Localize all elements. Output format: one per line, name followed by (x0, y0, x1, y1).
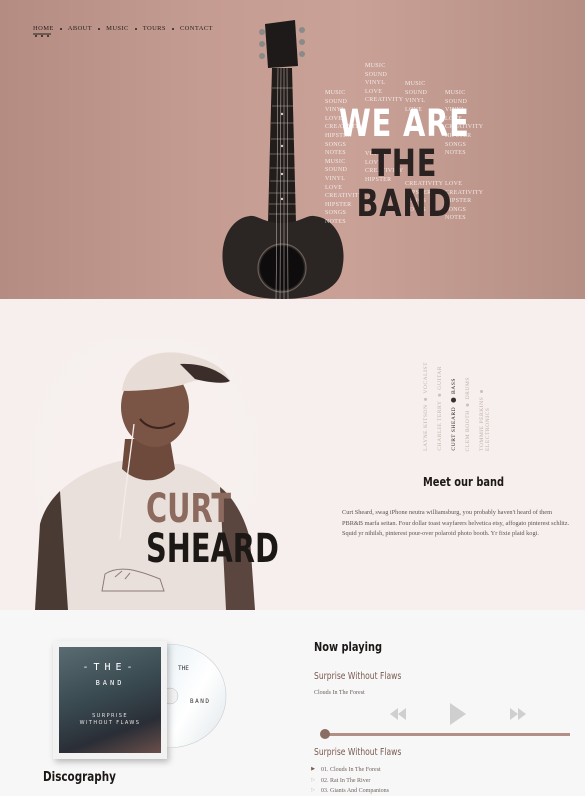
play-icon[interactable] (450, 703, 466, 725)
meet-band-title: Meet our band (423, 475, 505, 489)
member-first-name: CURT (146, 486, 232, 532)
player-controls (390, 703, 526, 725)
member-bio: Curt Sheard, swag iPhone neutra williams… (342, 509, 570, 538)
member-name: CURT SHEARD (146, 489, 279, 569)
play-icon: ▷ (311, 777, 315, 783)
album-cover-title: SURPRISE WITHOUT FLAWS (79, 713, 141, 726)
hero-title-line2: THE BAND (356, 142, 453, 225)
hero-section: HOME ABOUT MUSIC TOURS CONTACT MUSIC SOU… (0, 0, 585, 299)
now-playing-album: Surprise Without Flaws (314, 671, 402, 682)
nav-separator (171, 27, 174, 30)
nav-separator (98, 27, 101, 30)
fast-forward-icon[interactable] (510, 708, 526, 720)
hero-title: WE ARE THE BAND (338, 104, 469, 224)
tracklist: ▶ 01. Clouds In The Forest ▷ 02. Rat In … (310, 765, 389, 796)
roster-item-tommie-perkins[interactable]: TOMMIE PERKINS ELECTRONICS (479, 351, 491, 451)
discography-title: Discography (43, 770, 116, 785)
play-icon: ▶ (311, 767, 315, 772)
nav-separator (59, 27, 62, 30)
svg-text:THE: THE (178, 665, 189, 672)
album-cover-the: -THE- (82, 662, 138, 673)
nav-separator (134, 27, 137, 30)
play-icon: ▷ (311, 788, 315, 793)
nav-active-indicator-icon (33, 33, 51, 37)
progress-handle[interactable] (320, 729, 330, 739)
album-cover[interactable]: -THE- BAND SURPRISE WITHOUT FLAWS (59, 647, 161, 753)
track-item[interactable]: ▷ 03. Giants And Companions (310, 786, 389, 796)
now-playing-title: Now playing (314, 640, 383, 654)
cd-disc-image: THE BAND (166, 644, 227, 748)
svg-text:BAND: BAND (190, 698, 210, 705)
nav-home[interactable]: HOME (33, 25, 54, 32)
nav-about[interactable]: ABOUT (68, 25, 92, 32)
track-item[interactable]: ▶ 01. Clouds In The Forest (310, 765, 389, 776)
album-cover-band: BAND (95, 679, 125, 687)
tracklist-album-title: Surprise Without Flaws (314, 747, 402, 758)
roster-item-clem-booth[interactable]: CLEM BOOTH DRUMS (465, 377, 471, 451)
roster-item-charlie-terry[interactable]: CHARLIE TERRY GUITAR (437, 366, 443, 451)
member-roster: LAYNE KITSON VOCALIST CHARLIE TERRY GUIT… (423, 351, 493, 451)
hero-title-line1: WE ARE (339, 102, 470, 145)
member-last-name: SHEARD (146, 526, 279, 572)
word-column: MUSIC SOUND VINYL LOVE CREATIVITY (365, 63, 404, 104)
main-nav: HOME ABOUT MUSIC TOURS CONTACT (33, 25, 213, 32)
nav-tours[interactable]: TOURS (143, 25, 166, 32)
roster-item-curt-sheard[interactable]: CURT SHEARD BASS (451, 378, 457, 451)
nav-music[interactable]: MUSIC (106, 25, 129, 32)
progress-bar[interactable] (322, 733, 570, 736)
roster-item-layne-kitson[interactable]: LAYNE KITSON VOCALIST (423, 362, 429, 451)
nav-contact[interactable]: CONTACT (180, 25, 213, 32)
track-item[interactable]: ▷ 02. Rat In The River (310, 776, 389, 787)
now-playing-track: Clouds In The Forest (314, 690, 365, 696)
rewind-icon[interactable] (390, 708, 406, 720)
band-member-section: CURT SHEARD LAYNE KITSON VOCALIST CHARLI… (0, 299, 585, 610)
music-section: THE BAND -THE- BAND SURPRISE WITHOUT FLA… (0, 610, 585, 796)
